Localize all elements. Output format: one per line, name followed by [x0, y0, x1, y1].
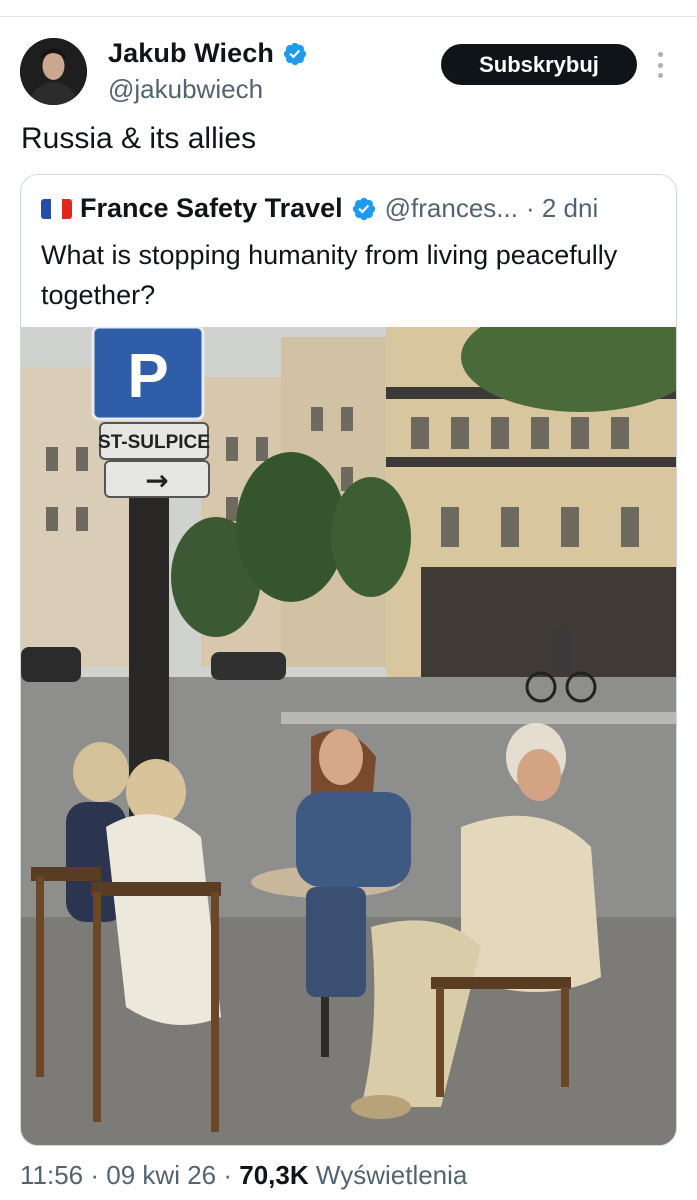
street-sign: ST-SULPICE — [98, 432, 210, 453]
quoted-photo[interactable]: P ST-SULPICE → — [21, 327, 676, 1145]
author-row: Jakub Wiech — [108, 38, 308, 69]
post-date[interactable]: 09 kwi 26 — [106, 1160, 216, 1190]
parking-sign: P — [127, 342, 168, 411]
separator: · — [90, 1160, 100, 1190]
post-header: Jakub Wiech @jakubwiech Subskrybuj — [20, 38, 677, 106]
more-dots-icon[interactable] — [655, 52, 665, 78]
quoted-author-name[interactable]: France Safety Travel — [80, 193, 343, 224]
views-label: Wyświetlenia — [315, 1160, 468, 1190]
post-text: Russia & its allies — [21, 122, 257, 155]
author-name[interactable]: Jakub Wiech — [108, 38, 274, 69]
author-handle[interactable]: @jakubwiech — [108, 74, 263, 105]
verified-badge-icon — [282, 41, 308, 67]
post-time[interactable]: 11:56 — [20, 1160, 83, 1190]
quoted-header: France Safety Travel @frances... · 2 dni — [41, 193, 598, 224]
separator: · — [223, 1160, 233, 1190]
france-flag-icon — [41, 198, 72, 219]
quoted-age: · 2 dni — [525, 193, 599, 223]
subscribe-button[interactable]: Subskrybuj — [441, 44, 637, 85]
arrow-sign: → — [145, 464, 168, 497]
quoted-text: What is stopping humanity from living pe… — [41, 240, 618, 310]
post-footer: 11:56 · 09 kwi 26 · 70,3K Wyświetlenia — [20, 1160, 467, 1191]
quoted-author-handle[interactable]: @frances... — [385, 193, 518, 224]
quoted-post[interactable]: France Safety Travel @frances... · 2 dni… — [20, 174, 677, 1146]
top-divider — [0, 16, 697, 17]
views-count: 70,3K — [239, 1160, 309, 1190]
verified-badge-icon — [351, 196, 377, 222]
avatar[interactable] — [20, 38, 87, 105]
